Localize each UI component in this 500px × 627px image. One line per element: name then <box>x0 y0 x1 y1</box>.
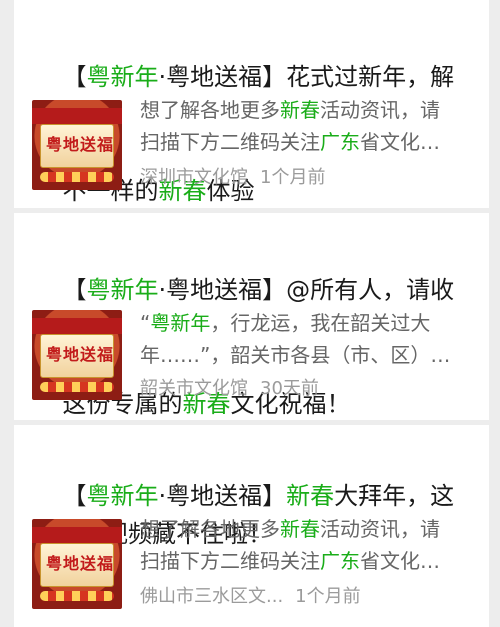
result-time: 1个月前 <box>260 167 326 188</box>
result-time: 1个月前 <box>295 586 361 607</box>
result-meta: 佛山市三水区文... 1个月前 <box>140 585 474 609</box>
result-meta: 韶关市文化馆 30天前 <box>140 377 474 401</box>
thumbnail-logo: 粤地送福 <box>46 135 115 154</box>
result-snippet: 想了解各地更多新春活动资讯，请 扫描下方二维码关注广东省文化… <box>140 517 440 573</box>
result-card[interactable]: 【粤新年·粤地送福】新春大拜年，这波祝福视频藏不住啦！ 粤地送福 想了解各地更多… <box>14 425 489 627</box>
result-snippet: 想了解各地更多新春活动资讯，请 扫描下方二维码关注广东省文化… <box>140 98 440 154</box>
result-source[interactable]: 佛山市三水区文... <box>140 585 283 609</box>
result-card[interactable]: 【粤新年·粤地送福】@所有人，请收下 这份专属的新春文化祝福！ 粤地送福 “粤新… <box>14 213 489 420</box>
result-time: 30天前 <box>260 378 319 399</box>
result-thumbnail[interactable]: 粤地送福 <box>32 310 122 400</box>
result-thumbnail[interactable]: 粤地送福 <box>32 519 122 609</box>
result-source[interactable]: 深圳市文化馆 <box>140 166 248 190</box>
result-card[interactable]: 【粤新年·粤地送福】花式过新年，解锁 不一样的新春体验 粤地送福 想了解各地更多… <box>14 0 489 208</box>
thumbnail-logo: 粤地送福 <box>46 554 115 573</box>
result-thumbnail[interactable]: 粤地送福 <box>32 100 122 190</box>
result-source[interactable]: 韶关市文化馆 <box>140 377 248 401</box>
thumbnail-logo: 粤地送福 <box>46 345 115 364</box>
result-meta: 深圳市文化馆 1个月前 <box>140 166 474 190</box>
result-snippet: “粤新年，行龙运，我在韶关过大 年……”，韶关市各县（市、区）… <box>140 311 451 367</box>
